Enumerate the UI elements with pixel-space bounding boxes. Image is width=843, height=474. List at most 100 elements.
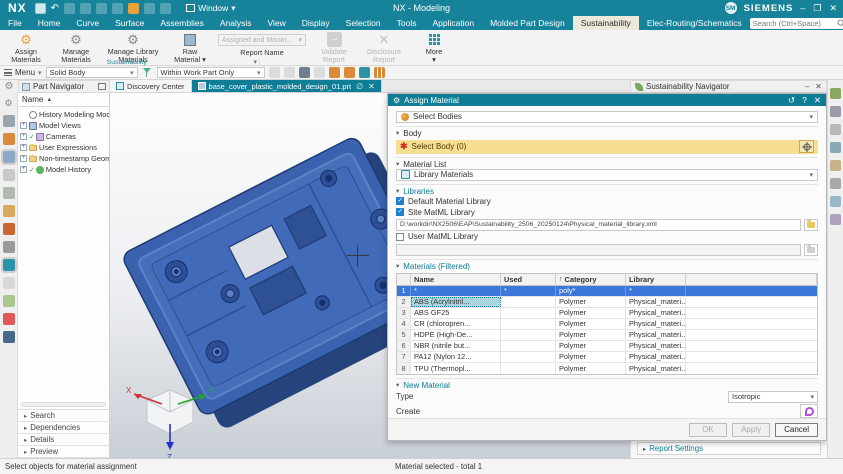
dialog-titlebar[interactable]: ⚙ Assign Material ↺ ? ✕ [388, 94, 826, 106]
tree-item[interactable]: + ✓ Model History [20, 164, 109, 175]
table-row[interactable]: 8 TPU (Thermopl... Polymer Physical_materi.… [397, 362, 817, 374]
image-gallery-icon[interactable] [2, 295, 15, 307]
cell-used[interactable] [501, 329, 556, 340]
cell-category[interactable]: Polymer [556, 362, 626, 374]
expand-icon[interactable]: + [20, 144, 27, 151]
table-row[interactable]: 6 NBR (nitrile but... Polymer Physical_mate… [397, 340, 817, 352]
dialog-launcher-icon[interactable]: ▾ [253, 58, 259, 66]
dialog-close-icon[interactable]: ✕ [814, 95, 821, 106]
cell-used[interactable] [501, 307, 556, 318]
library-materials-combo[interactable]: Library Materials ▾ [396, 168, 818, 181]
column-header-name[interactable]: Name [411, 273, 501, 285]
default-library-checkbox[interactable] [396, 196, 404, 206]
cell-category[interactable]: Polymer [556, 329, 626, 340]
tab-part-file[interactable]: base_cover_plastic_molded_design_01.prt … [191, 80, 382, 92]
color-ramp-icon[interactable] [2, 313, 15, 325]
tab-block-icon[interactable]: ∅ [356, 82, 363, 91]
section-details[interactable]: ▸ Details [18, 434, 109, 446]
dimension-icon[interactable] [830, 106, 841, 117]
cell-library[interactable]: Physical_materi... [626, 307, 686, 318]
cell-library[interactable]: Physical_materi... [626, 318, 686, 329]
report-settings-section[interactable]: ▸ Report Settings [637, 442, 821, 455]
section-preview[interactable]: ▸ Preview [18, 446, 109, 458]
checkmate-icon[interactable] [830, 88, 841, 99]
more-button[interactable]: More ▾ [412, 32, 456, 63]
select-body-row[interactable]: ✱ Select Body (0) [396, 139, 818, 154]
dialog-reset-icon[interactable]: ↺ [788, 95, 795, 106]
filter-row[interactable]: 1 * * poly* * [397, 285, 817, 297]
ribbon-tab-home[interactable]: Home [30, 16, 69, 30]
solid-face-icon[interactable] [328, 67, 340, 78]
web-browser-icon[interactable] [0, 257, 17, 273]
cell-name[interactable]: TPU (Thermopl... [411, 362, 501, 374]
menu-button[interactable]: Menu ▾ [4, 68, 42, 77]
cell-library[interactable]: Physical_materi... [626, 351, 686, 362]
tab-close-icon[interactable]: ✕ [368, 82, 375, 91]
cancel-button[interactable]: Cancel [775, 422, 818, 437]
tab-discovery-center[interactable]: Discovery Center [110, 80, 192, 92]
select-bodies-group-combo[interactable]: Select Bodies ▾ [396, 111, 818, 123]
section-new-material[interactable]: ▾ New Material [396, 377, 818, 390]
expand-icon[interactable]: + [20, 166, 27, 173]
ribbon-tab-selection[interactable]: Selection [338, 16, 389, 30]
cell-name[interactable]: CR (chloropren... [411, 318, 501, 329]
cell-library[interactable]: Physical_materi... [626, 340, 686, 351]
expand-icon[interactable]: + [20, 122, 27, 129]
panel-minimize-icon[interactable]: – [805, 82, 809, 91]
measure-icon[interactable] [830, 142, 841, 153]
tree-item[interactable]: + ✓ Cameras [20, 131, 109, 142]
cell-used[interactable] [501, 340, 556, 351]
table-row[interactable]: 3 ABS GF25 Polymer Physical_materi... [397, 307, 817, 319]
notification-bell-icon[interactable] [2, 169, 15, 181]
cell-used[interactable]: * [501, 285, 556, 296]
cell-category[interactable]: Polymer [556, 340, 626, 351]
section-material-list[interactable]: ▾ Material List [396, 156, 818, 169]
cell-used[interactable] [501, 296, 556, 307]
selection-filter-icon[interactable] [142, 67, 153, 78]
section-body[interactable]: ▾ Body [396, 125, 818, 138]
default-material-library-row[interactable]: Default Material Library [396, 196, 818, 207]
cell-library[interactable]: Physical_materi... [626, 362, 686, 374]
ribbon-tab-file[interactable]: File [0, 16, 30, 30]
cell-name[interactable]: * [411, 285, 501, 296]
reuse-library-icon[interactable] [2, 205, 15, 217]
close-button[interactable]: ✕ [829, 3, 837, 14]
table-row[interactable]: 7 PA12 (Nylon 12... Polymer Physical_materi… [397, 351, 817, 363]
material-sphere-icon[interactable] [2, 241, 15, 253]
cursor-icon[interactable] [298, 67, 310, 78]
body-select-icon[interactable] [343, 67, 355, 78]
recycle-bin-icon[interactable] [2, 187, 15, 199]
section-search[interactable]: ▸ Search [18, 410, 109, 422]
column-header-used[interactable]: Used [501, 273, 556, 285]
cell-used[interactable] [501, 362, 556, 374]
cell-name[interactable]: NBR (nitrile but... [411, 340, 501, 351]
report-name-combo[interactable]: Assigned and Missin... ▾ [218, 34, 306, 46]
column-header-category[interactable]: ↑ Category [556, 273, 626, 285]
selection-scope-filter[interactable]: Within Work Part Only ▾ [156, 67, 265, 78]
create-material-button[interactable] [800, 404, 818, 418]
table-row[interactable]: 5 HDPE (High-De... Polymer Physical_materi.… [397, 329, 817, 341]
part-navigator-icon[interactable] [0, 149, 17, 165]
expand-icon[interactable]: + [20, 133, 27, 140]
name-column-header[interactable]: Name ▲ [18, 93, 109, 107]
tree-item[interactable]: History Modeling Mode [20, 109, 109, 120]
site-matml-library-row[interactable]: Site MatML Library [396, 207, 818, 217]
display-mode-icon[interactable] [830, 214, 841, 225]
ribbon-tab-view[interactable]: View [260, 16, 294, 30]
save-icon[interactable] [34, 2, 46, 14]
browse-folder-button[interactable] [804, 218, 818, 231]
assembly-navigator-icon[interactable] [2, 133, 15, 145]
cell-category[interactable]: Polymer [556, 307, 626, 318]
user-matml-checkbox[interactable] [396, 232, 404, 241]
cell-category[interactable]: Polymer [556, 351, 626, 362]
ribbon-tab-assemblies[interactable]: Assemblies [152, 16, 211, 30]
touch-grid-icon[interactable] [373, 67, 385, 78]
cell-name[interactable]: HDPE (High-De... [411, 329, 501, 340]
user-matml-library-row[interactable]: User MatML Library [396, 232, 818, 242]
cell-category[interactable]: Polymer [556, 318, 626, 329]
ribbon-tab-elec-routing-schematics[interactable]: Elec-Routing/Schematics [639, 16, 750, 30]
tree-item[interactable]: + User Expressions [20, 142, 109, 153]
cell-library[interactable]: Physical_materi... [626, 329, 686, 340]
column-header-library[interactable]: Library [626, 273, 686, 285]
undock-panel-icon[interactable] [98, 83, 106, 90]
